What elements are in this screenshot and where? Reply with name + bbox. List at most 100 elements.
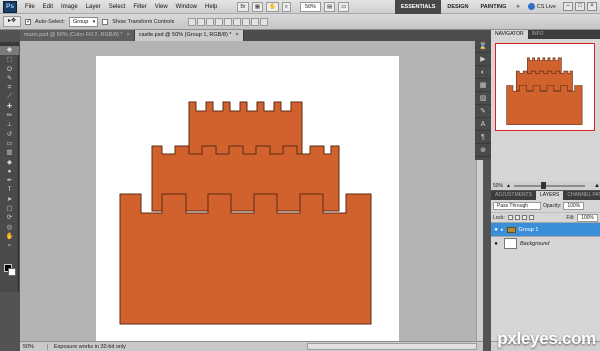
tab-adjustments[interactable]: ADJUSTMENTS bbox=[491, 191, 536, 200]
layer-row-background[interactable]: ● Background bbox=[491, 236, 600, 250]
auto-select-dropdown[interactable]: Group bbox=[68, 16, 99, 27]
brush-panel-icon[interactable]: ✎ bbox=[475, 105, 491, 118]
tab-mario[interactable]: mario.psd @ 50% (Color Fill 2, RGB/8) * × bbox=[20, 30, 135, 41]
distribute-bottom-icon[interactable] bbox=[260, 17, 269, 26]
history-brush-tool-icon[interactable]: ↺ bbox=[0, 130, 19, 139]
blur-tool-icon[interactable]: ◆ bbox=[0, 158, 19, 167]
align-bottom-icon[interactable] bbox=[206, 17, 215, 26]
workspace-painting[interactable]: PAINTING bbox=[475, 0, 513, 14]
menu-filter[interactable]: Filter bbox=[129, 4, 150, 10]
transform-controls-checkbox[interactable] bbox=[102, 18, 109, 25]
workspace-essentials[interactable]: ESSENTIALS bbox=[394, 0, 442, 14]
document-canvas[interactable] bbox=[96, 56, 399, 342]
tab-info[interactable]: INFO bbox=[528, 30, 548, 39]
shape-tool-icon[interactable]: ▢ bbox=[0, 204, 19, 213]
lock-transparency-icon[interactable] bbox=[507, 215, 513, 220]
pen-tool-icon[interactable]: ✒ bbox=[0, 176, 19, 185]
menu-image[interactable]: Image bbox=[57, 4, 82, 10]
eyedropper-tool-icon[interactable]: ⟋ bbox=[0, 92, 19, 101]
healing-brush-tool-icon[interactable]: ✚ bbox=[0, 102, 19, 111]
lasso-tool-icon[interactable]: ʘ bbox=[0, 65, 19, 74]
zoom-level[interactable]: 50% bbox=[300, 1, 322, 12]
tab-layers[interactable]: LAYERS bbox=[535, 191, 564, 200]
brush-tool-icon[interactable]: ✏ bbox=[0, 111, 19, 120]
menu-window[interactable]: Window bbox=[172, 4, 201, 10]
menu-help[interactable]: Help bbox=[201, 4, 221, 10]
character-panel-icon[interactable]: A bbox=[475, 118, 491, 131]
styles-panel-icon[interactable]: ▨ bbox=[475, 92, 491, 105]
3d-orbit-tool-icon[interactable]: ◎ bbox=[0, 223, 19, 232]
color-panel-icon[interactable]: ◐ bbox=[475, 66, 491, 79]
navigator-preview[interactable] bbox=[495, 43, 595, 131]
workspace-more-icon[interactable]: » bbox=[512, 4, 523, 10]
paragraph-panel-icon[interactable]: ¶ bbox=[475, 131, 491, 144]
tab-castle[interactable]: castle.psd @ 50% (Group 1, RGB/8) * × bbox=[134, 30, 244, 41]
zoom-tool-icon[interactable]: ⌕ bbox=[281, 1, 291, 12]
swatches-panel-icon[interactable]: ▦ bbox=[475, 79, 491, 92]
marquee-tool-icon[interactable]: ⬚ bbox=[0, 55, 19, 64]
horizontal-scrollbar[interactable] bbox=[307, 343, 477, 350]
zoom-out-icon[interactable]: ▲ bbox=[506, 183, 511, 189]
mini-bridge-icon[interactable]: ▦ bbox=[251, 1, 264, 12]
bridge-icon[interactable]: Br bbox=[237, 1, 249, 12]
layer-row-group-1[interactable]: ● ▸ Group 1 bbox=[491, 222, 600, 236]
align-right-icon[interactable] bbox=[233, 17, 242, 26]
opacity-field[interactable]: 100% bbox=[563, 202, 585, 210]
screen-mode-icon[interactable]: ▭ bbox=[338, 1, 350, 12]
history-panel-icon[interactable]: ⌛ bbox=[475, 40, 491, 53]
path-select-tool-icon[interactable]: ➤ bbox=[0, 195, 19, 204]
eraser-tool-icon[interactable]: ▭ bbox=[0, 139, 19, 148]
gradient-tool-icon[interactable]: ▥ bbox=[0, 148, 19, 157]
status-zoom[interactable]: 50% bbox=[20, 343, 48, 350]
zoom-tool-icon[interactable]: ⌕ bbox=[0, 241, 19, 250]
menu-view[interactable]: View bbox=[151, 4, 172, 10]
navigator-zoom-slider[interactable] bbox=[513, 181, 586, 189]
distribute-top-icon[interactable] bbox=[242, 17, 251, 26]
blend-mode-dropdown[interactable]: Pass Through bbox=[493, 202, 541, 210]
tab-channels-paths[interactable]: CHANNEL PATHS bbox=[563, 191, 600, 200]
close-tab-icon[interactable]: × bbox=[235, 32, 238, 38]
fill-field[interactable]: 100% bbox=[577, 213, 598, 222]
align-top-icon[interactable] bbox=[188, 17, 197, 26]
minimize-icon[interactable]: – bbox=[563, 2, 573, 11]
quick-select-tool-icon[interactable]: ✎ bbox=[0, 74, 19, 83]
crop-tool-icon[interactable]: ⌗ bbox=[0, 83, 19, 92]
align-left-icon[interactable] bbox=[215, 17, 224, 26]
hand-icon[interactable]: ✋ bbox=[266, 1, 279, 12]
menu-layer[interactable]: Layer bbox=[82, 4, 105, 10]
menu-file[interactable]: File bbox=[21, 4, 39, 10]
distribute-middle-icon[interactable] bbox=[251, 17, 260, 26]
clone-stamp-tool-icon[interactable]: ⊥ bbox=[0, 120, 19, 129]
align-middle-icon[interactable] bbox=[197, 17, 206, 26]
navigator-zoom-value[interactable]: 50% bbox=[493, 183, 503, 189]
zoom-slider-handle[interactable] bbox=[540, 181, 546, 189]
arrange-icon[interactable]: ▤ bbox=[324, 1, 336, 12]
canvas-area[interactable] bbox=[20, 41, 476, 342]
menu-select[interactable]: Select bbox=[105, 4, 130, 10]
close-icon[interactable]: × bbox=[587, 2, 597, 11]
type-tool-icon[interactable]: T bbox=[0, 185, 19, 194]
menu-edit[interactable]: Edit bbox=[39, 4, 57, 10]
align-center-icon[interactable] bbox=[224, 17, 233, 26]
3d-rotate-tool-icon[interactable]: ⟳ bbox=[0, 213, 19, 222]
workspace-design[interactable]: DESIGN bbox=[441, 0, 474, 14]
hand-tool-icon[interactable]: ✋ bbox=[0, 232, 19, 241]
auto-select-checkbox[interactable]: ✓ bbox=[25, 18, 31, 25]
cs-live-button[interactable]: CS Live bbox=[524, 3, 560, 10]
close-tab-icon[interactable]: × bbox=[127, 32, 130, 38]
lock-pixels-icon[interactable] bbox=[514, 215, 520, 220]
maximize-icon[interactable]: □ bbox=[575, 2, 585, 11]
clone-source-panel-icon[interactable]: ⊕ bbox=[475, 144, 491, 157]
actions-panel-icon[interactable]: ▶ bbox=[475, 53, 491, 66]
lock-all-icon[interactable] bbox=[528, 215, 534, 220]
move-tool-icon[interactable]: ✥ bbox=[0, 46, 19, 56]
lock-position-icon[interactable] bbox=[521, 215, 527, 220]
visibility-eye-icon[interactable]: ● bbox=[491, 227, 501, 233]
tab-navigator[interactable]: NAVIGATOR bbox=[491, 30, 528, 39]
expand-arrow-icon[interactable]: ▸ bbox=[501, 227, 504, 233]
move-tool-preset-icon[interactable]: ▸✥ bbox=[3, 16, 21, 27]
visibility-eye-icon[interactable]: ● bbox=[491, 241, 501, 247]
dodge-tool-icon[interactable]: ● bbox=[0, 167, 19, 176]
zoom-in-icon[interactable]: ▲ bbox=[594, 183, 600, 189]
background-color-swatch[interactable] bbox=[8, 268, 16, 276]
